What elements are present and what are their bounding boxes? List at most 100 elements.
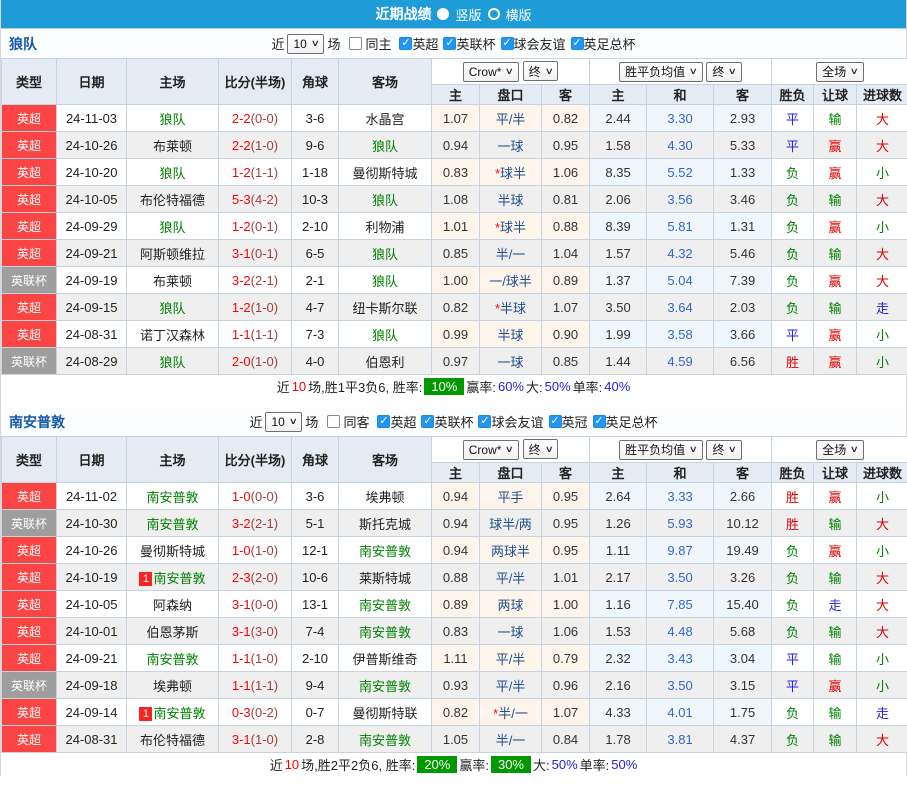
home-team-cell: 南安普敦 (127, 645, 219, 672)
bookmaker-select[interactable]: Crow*∨ (463, 62, 519, 82)
odds-stage-select[interactable]: 终∨ (523, 439, 559, 459)
table-row: 英超 24-10-19 1南安普敦 2-3(2-0) 10-6 莱斯特城 0.8… (2, 564, 907, 591)
bookmaker-select[interactable]: Crow*∨ (463, 440, 519, 460)
league-checkbox-label[interactable]: 英足总杯 (584, 34, 636, 53)
match-type-badge: 英联杯 (2, 672, 57, 699)
league-checkbox-label[interactable]: 英联杯 (456, 34, 495, 53)
vertical-radio-label[interactable]: 竖版 (455, 5, 481, 24)
league-checkbox[interactable]: ✓ (478, 415, 491, 428)
fullmatch-select-cell: 全场∨ (772, 59, 907, 85)
avg-away-odds: 3.04 (714, 645, 772, 672)
away-odds: 1.07 (542, 294, 590, 321)
league-checkbox-label[interactable]: 英联杯 (434, 412, 473, 431)
odds-stage-select[interactable]: 终∨ (523, 61, 559, 81)
league-checkbox[interactable]: ✓ (399, 37, 412, 50)
half-time-score: (2-1) (251, 273, 278, 288)
vertical-radio[interactable] (437, 8, 449, 20)
handicap-result: 赢 (814, 537, 857, 564)
chevron-down-icon: ∨ (850, 444, 859, 455)
avg-draw-odds: 3.33 (647, 483, 714, 510)
table-row: 英超 24-09-15 狼队 1-2(1-0) 4-7 纽卡斯尔联 0.82 *… (2, 294, 907, 321)
league-checkbox[interactable]: ✓ (549, 415, 562, 428)
avg-stage-select[interactable]: 终∨ (706, 62, 742, 82)
league-checkbox-label[interactable]: 球会友谊 (514, 34, 566, 53)
half-time-score: (2-1) (251, 516, 278, 531)
away-team-cell: 南安普敦 (339, 726, 432, 753)
league-checkbox[interactable]: ✓ (377, 415, 390, 428)
fullmatch-select[interactable]: 全场∨ (816, 440, 864, 460)
match-count-select[interactable]: 10∨ (287, 34, 324, 54)
avg-home-odds: 1.53 (590, 618, 647, 645)
corner-count: 9-4 (292, 672, 339, 699)
league-checkbox[interactable]: ✓ (501, 37, 514, 50)
horizontal-radio[interactable] (488, 8, 500, 20)
home-team-cell: 狼队 (127, 159, 219, 186)
league-checkbox[interactable]: ✓ (443, 37, 456, 50)
handicap-cell: 平/半 (480, 564, 542, 591)
avg-stage-select[interactable]: 终∨ (706, 440, 742, 460)
league-checkbox-label[interactable]: 英超 (390, 412, 416, 431)
table-row: 英超 24-09-21 阿斯顿维拉 3-1(0-1) 6-5 狼队 0.85 半… (2, 240, 907, 267)
col-handicap: 盘口 (480, 85, 542, 105)
summary-token: 60% (498, 379, 524, 394)
home-odds: 1.08 (432, 186, 480, 213)
league-checkbox-label[interactable]: 球会友谊 (491, 412, 543, 431)
league-checkbox-group: ✓英超✓英联杯✓球会友谊✓英冠✓英足总杯 (372, 412, 657, 431)
match-date: 24-10-26 (57, 132, 127, 159)
handicap-value: 平手 (497, 490, 523, 505)
table-row: 英联杯 24-08-29 狼队 2-0(1-0) 4-0 伯恩利 0.97 一球… (2, 348, 907, 375)
home-odds: 0.99 (432, 321, 480, 348)
table-row: 英超 24-10-05 阿森纳 3-1(0-0) 13-1 南安普敦 0.89 … (2, 591, 907, 618)
full-time-score: 3-1 (232, 624, 251, 639)
win-lose-result: 胜 (772, 348, 814, 375)
goals-result: 大 (857, 564, 907, 591)
col-away: 客场 (339, 437, 432, 483)
chevron-down-icon: ∨ (505, 66, 514, 77)
score-cell: 5-3(4-2) (219, 186, 292, 213)
same-venue-label[interactable]: 同主 (365, 34, 391, 53)
full-time-score: 3-2 (232, 273, 251, 288)
avg-draw-odds: 3.50 (647, 672, 714, 699)
col-corner: 角球 (292, 437, 339, 483)
handicap-result: 赢 (814, 321, 857, 348)
summary-token: 单率: (573, 377, 603, 396)
league-checkbox[interactable]: ✓ (421, 415, 434, 428)
avg-select[interactable]: 胜平负均值∨ (619, 440, 703, 460)
league-checkbox[interactable]: ✓ (593, 415, 606, 428)
league-checkbox-label[interactable]: 英超 (412, 34, 438, 53)
score-cell: 2-0(1-0) (219, 348, 292, 375)
same-venue-label[interactable]: 同客 (343, 412, 369, 431)
col-type: 类型 (2, 437, 57, 483)
handicap-cell: 平/半 (480, 672, 542, 699)
horizontal-radio-label[interactable]: 横版 (506, 5, 532, 24)
team-section-southampton: 南安普敦 近 10∨ 场 同客 ✓英超✓英联杯✓球会友谊✓英冠✓英足总杯 类型 … (1, 407, 906, 776)
corner-count: 2-10 (292, 645, 339, 672)
same-venue-checkbox[interactable] (327, 415, 340, 428)
home-odds: 0.82 (432, 699, 480, 726)
full-time-score: 2-0 (232, 354, 251, 369)
same-venue-checkbox[interactable] (349, 37, 362, 50)
league-checkbox-label[interactable]: 英足总杯 (606, 412, 658, 431)
goals-result: 大 (857, 240, 907, 267)
avg-select[interactable]: 胜平负均值∨ (619, 62, 703, 82)
handicap-value: 半球 (497, 328, 523, 343)
score-cell: 3-1(3-0) (219, 618, 292, 645)
home-team-name: 布莱顿 (153, 274, 192, 289)
league-checkbox[interactable]: ✓ (571, 37, 584, 50)
league-checkbox-label[interactable]: 英冠 (562, 412, 588, 431)
avg-draw-odds: 5.04 (647, 267, 714, 294)
avg-home-odds: 1.58 (590, 132, 647, 159)
col-odds-away: 客 (542, 463, 590, 483)
handicap-result: 赢 (814, 159, 857, 186)
home-team-name: 南安普敦 (146, 490, 198, 505)
col-odds-home: 主 (432, 463, 480, 483)
away-team-name: 狼队 (372, 247, 398, 262)
handicap-value: 半/一 (496, 247, 526, 262)
goals-result: 大 (857, 186, 907, 213)
handicap-result: 赢 (814, 348, 857, 375)
match-count-select[interactable]: 10∨ (265, 412, 302, 432)
col-avg-away: 客 (714, 85, 772, 105)
table-row: 英超 24-09-21 南安普敦 1-1(1-0) 2-10 伊普斯维奇 1.1… (2, 645, 907, 672)
away-team-cell: 狼队 (339, 321, 432, 348)
fullmatch-select[interactable]: 全场∨ (816, 62, 864, 82)
